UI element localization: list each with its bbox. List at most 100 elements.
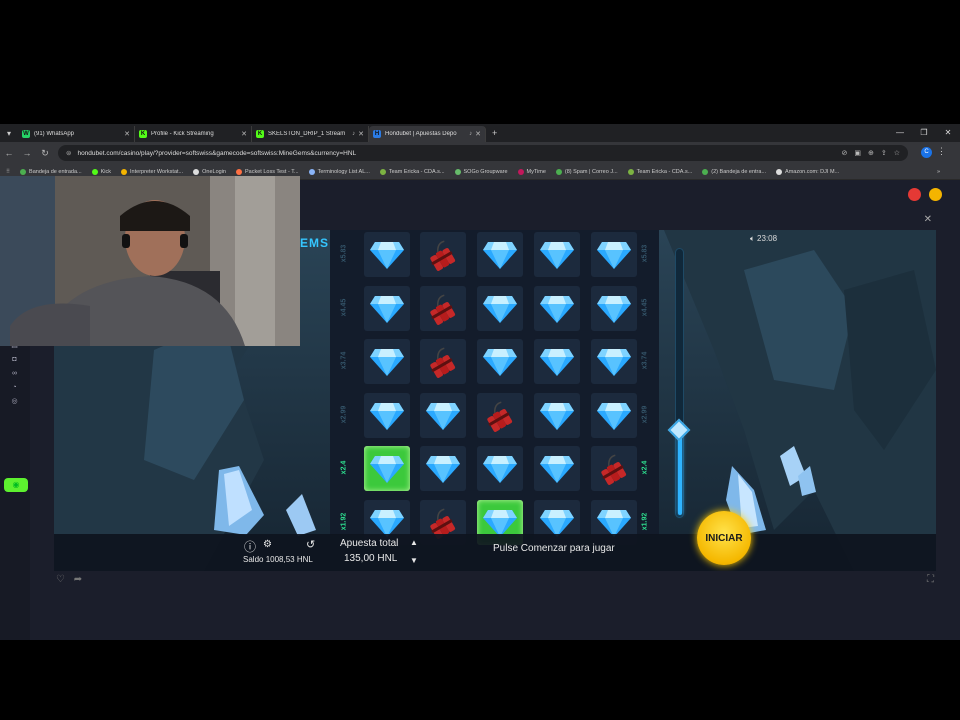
bookmarks-overflow-icon[interactable]: » (937, 169, 940, 175)
tile-gem[interactable] (364, 393, 410, 438)
bookmark-favicon-icon (517, 168, 524, 175)
browser-menu-icon[interactable]: ⋮ (937, 146, 946, 157)
tile-gem[interactable] (534, 286, 580, 331)
tile-bomb[interactable] (420, 339, 466, 384)
history-icon[interactable]: ↺ (306, 538, 315, 551)
share-icon[interactable]: ⇪ (881, 149, 887, 157)
bet-increase-icon[interactable]: ▲ (410, 538, 418, 547)
game-title-fragment: EMS (300, 236, 330, 250)
tab-close-icon[interactable]: ✕ (358, 130, 364, 138)
bookmark-item[interactable]: (8) Spam | Correo J... (555, 168, 618, 175)
time-text: 23:08 (757, 234, 778, 243)
tile-gem[interactable] (534, 232, 580, 277)
browser-tab[interactable]: H Hondubet | Apuestas Depo ♪ ✕ (369, 126, 486, 142)
site-info-icon[interactable]: ⊜ (66, 149, 71, 157)
close-window-icon[interactable]: ✕ (936, 124, 960, 142)
restore-icon[interactable]: ❐ (912, 124, 936, 142)
tile-bomb[interactable] (591, 446, 637, 491)
info-icon[interactable]: ⓘ (244, 538, 256, 555)
tab-close-icon[interactable]: ✕ (124, 130, 130, 138)
tile-gem[interactable] (420, 393, 466, 438)
bookmark-item[interactable]: (2) Bandeja de entra... (702, 168, 766, 175)
sidebar-settings-icon[interactable]: ◎ (11, 398, 18, 405)
settings-gear-icon[interactable]: ⚙ (263, 539, 272, 550)
bookmark-favicon-icon (235, 168, 242, 175)
tile-gem[interactable] (364, 446, 410, 491)
webcam-video (0, 176, 300, 346)
tile-gem[interactable] (591, 232, 637, 277)
row-multiplier: x2.99 (340, 405, 348, 424)
tile-gem[interactable] (477, 339, 523, 384)
screenshot-icon[interactable]: ▣ (854, 149, 861, 157)
bookmark-item[interactable]: Team Ericka - CDA.s... (379, 168, 445, 175)
whatsapp-support-button[interactable]: ◉ (4, 478, 28, 492)
bet-label: Apuesta total (340, 538, 399, 549)
bet-decrease-icon[interactable]: ▼ (410, 556, 418, 565)
risk-slider-fill (678, 430, 682, 515)
minimize-icon[interactable]: — (888, 124, 912, 142)
share-arrow-icon[interactable]: ➦ (74, 574, 82, 585)
profile-avatar[interactable]: C (921, 147, 932, 158)
bookmark-item[interactable]: Interpreter Workstat... (121, 168, 183, 175)
tile-gem[interactable] (420, 446, 466, 491)
bookmark-star-icon[interactable]: ☆ (894, 149, 900, 157)
bookmark-item[interactable]: MyTime (517, 168, 546, 175)
bookmark-item[interactable]: Amazon.com: DJI M... (776, 168, 839, 175)
diamond-icon (483, 455, 517, 483)
favorite-heart-icon[interactable]: ♡ (56, 574, 65, 585)
bookmark-item[interactable]: Kick (91, 168, 111, 175)
eye-off-icon[interactable]: ⊘ (841, 149, 847, 157)
bookmark-item[interactable]: Packet Loss Test - T... (235, 168, 299, 175)
tile-gem[interactable] (534, 393, 580, 438)
tab-close-icon[interactable]: ✕ (241, 130, 247, 138)
tab-mute-icon[interactable]: ♪ (469, 131, 472, 137)
diamond-icon (540, 348, 574, 376)
browser-tab[interactable]: W (91) WhatsApp ✕ (18, 126, 135, 142)
tile-gem[interactable] (591, 286, 637, 331)
tile-gem[interactable] (591, 339, 637, 384)
fullscreen-icon[interactable]: ⛶ (927, 574, 934, 585)
start-button[interactable]: INICIAR (697, 511, 751, 565)
tile-gem[interactable] (364, 286, 410, 331)
sidebar-promos-icon[interactable]: ◘ (11, 356, 18, 363)
bookmark-favicon-icon (379, 168, 386, 175)
tile-gem[interactable] (534, 446, 580, 491)
notification-icon[interactable] (908, 188, 921, 201)
tile-bomb[interactable] (420, 286, 466, 331)
diamond-icon (597, 241, 631, 269)
dynamite-icon (430, 294, 456, 325)
tile-gem[interactable] (364, 339, 410, 384)
tab-mute-icon[interactable]: ♪ (352, 131, 355, 137)
close-game-icon[interactable]: ✕ (924, 214, 932, 225)
tab-close-icon[interactable]: ✕ (475, 130, 481, 138)
bookmark-item[interactable]: SOGo Groupware (454, 168, 508, 175)
tile-gem[interactable] (477, 232, 523, 277)
bookmark-item[interactable]: Bandeja de entrada... (20, 168, 82, 175)
bookmark-label: Packet Loss Test - T... (244, 168, 299, 175)
browser-tab[interactable]: K Profile - Kick Streaming ✕ (135, 126, 252, 142)
new-tab-button[interactable]: + (492, 128, 497, 138)
bookmark-item[interactable]: Team Ericka - CDA.s... (627, 168, 692, 175)
bookmark-item[interactable]: Terminology List AL... (308, 168, 370, 175)
browser-tab[interactable]: K SKELSTON_DRIP_1 Stream ♪ ✕ (252, 126, 369, 142)
user-avatar-icon[interactable] (929, 188, 942, 201)
tile-bomb[interactable] (477, 393, 523, 438)
tile-gem[interactable] (364, 232, 410, 277)
tile-gem[interactable] (591, 393, 637, 438)
sidebar-link-icon[interactable]: ∞ (11, 370, 18, 377)
tab-search-icon[interactable]: ▾ (0, 124, 18, 142)
apps-icon[interactable]: ⠿ (6, 169, 10, 175)
bookmark-favicon-icon (20, 168, 27, 175)
sidebar-support-icon[interactable]: ◔ (11, 384, 18, 391)
reload-icon[interactable]: ↻ (36, 148, 54, 159)
tile-bomb[interactable] (420, 232, 466, 277)
forward-icon[interactable]: → (18, 148, 36, 158)
address-bar[interactable]: ⊜ hondubet.com/casino/play/?provider=sof… (58, 145, 908, 161)
zoom-icon[interactable]: ⊕ (868, 149, 874, 157)
tile-gem[interactable] (534, 339, 580, 384)
back-icon[interactable]: ← (0, 148, 18, 158)
tile-gem[interactable] (477, 446, 523, 491)
sound-icon[interactable]: 🔈︎ (750, 234, 755, 243)
tile-gem[interactable] (477, 286, 523, 331)
bookmark-item[interactable]: OneLogin (193, 168, 226, 175)
